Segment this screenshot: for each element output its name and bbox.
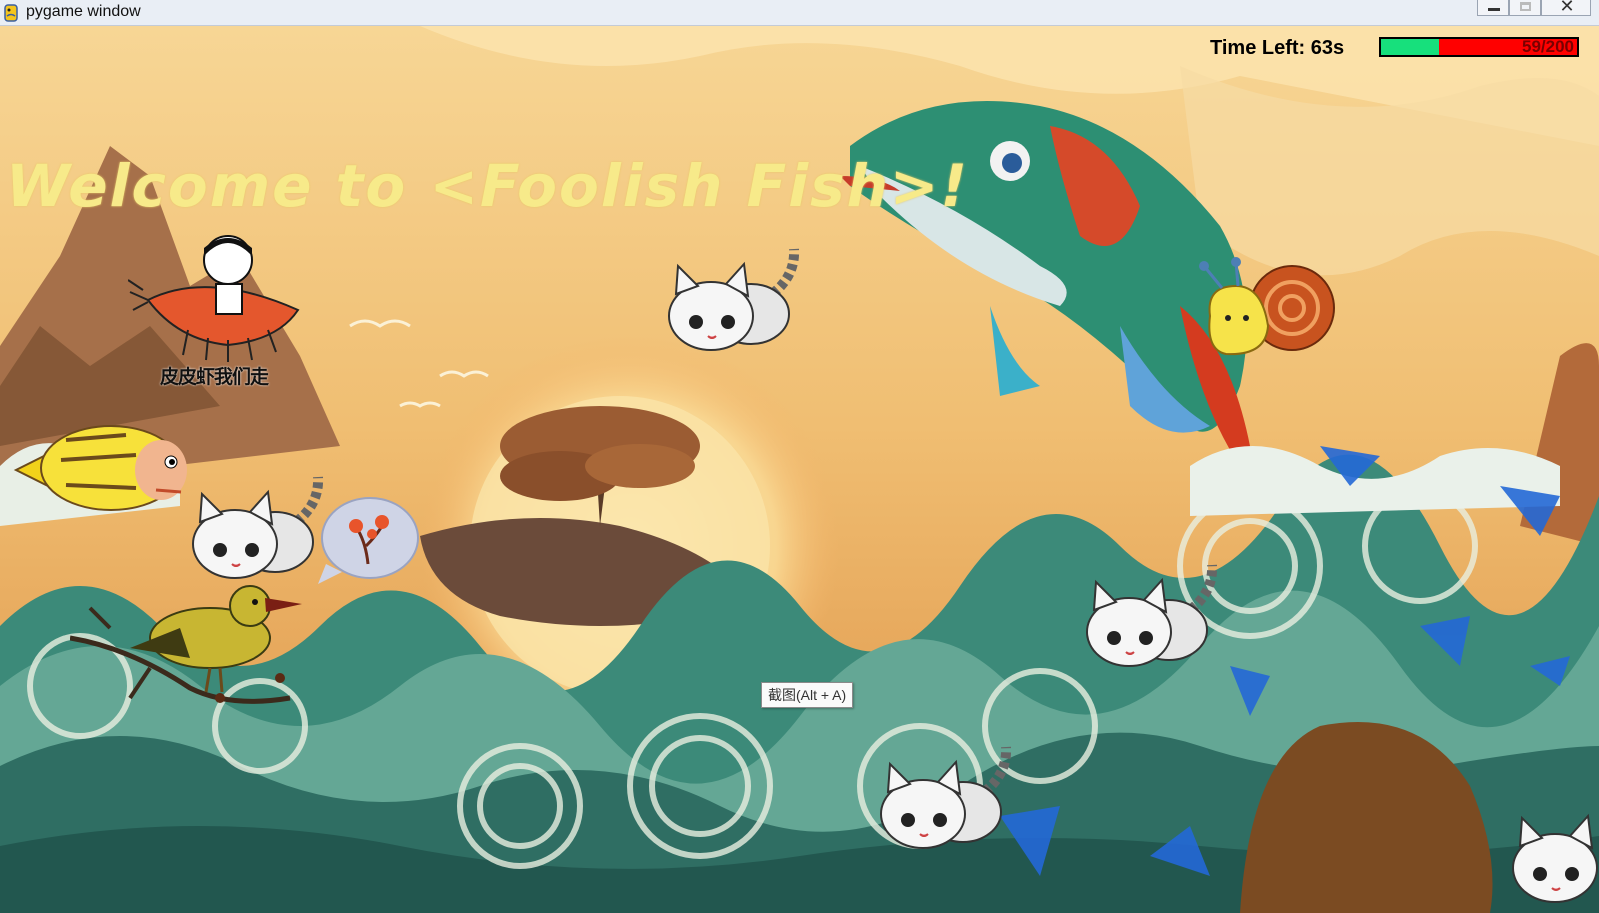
close-button[interactable]: ✕: [1541, 0, 1591, 17]
window-controls: ✕: [1477, 0, 1591, 19]
player-fish: [13, 425, 187, 511]
kitten-sprite: [1512, 813, 1598, 903]
health-bar: 59/200: [1379, 37, 1579, 57]
game-canvas[interactable]: 皮皮虾我们走 Welcome to <Foolish Fish>! Time L…: [0, 26, 1599, 913]
welcome-banner: Welcome to <Foolish Fish>!: [6, 152, 969, 220]
health-bar-fill: [1381, 39, 1439, 55]
kitten-sprite: [880, 746, 1012, 849]
health-text: 59/200: [1522, 37, 1574, 56]
window-titlebar[interactable]: pygame window ✕: [0, 0, 1599, 26]
maximize-button[interactable]: [1509, 0, 1541, 16]
shrimp-label: 皮皮虾我们走: [160, 367, 269, 388]
close-icon: ✕: [1559, 0, 1575, 17]
window-title: pygame window: [26, 3, 141, 20]
minimize-button[interactable]: [1477, 0, 1509, 16]
shrimp-rider-sprite: [128, 235, 300, 362]
kitten-sprite: [668, 248, 800, 351]
screenshot-shortcut-tooltip: 截图(Alt + A): [761, 682, 854, 708]
maximize-icon: [1520, 2, 1531, 11]
time-left-label: Time Left: 63s: [1210, 37, 1345, 59]
bird-sprite: [70, 585, 302, 704]
minimize-icon: [1488, 8, 1500, 11]
bubble-flower-sprite: [318, 497, 419, 584]
snail-sprite: [1199, 257, 1335, 356]
python-snake-icon: [4, 4, 18, 22]
kitten-sprite: [1086, 564, 1218, 667]
